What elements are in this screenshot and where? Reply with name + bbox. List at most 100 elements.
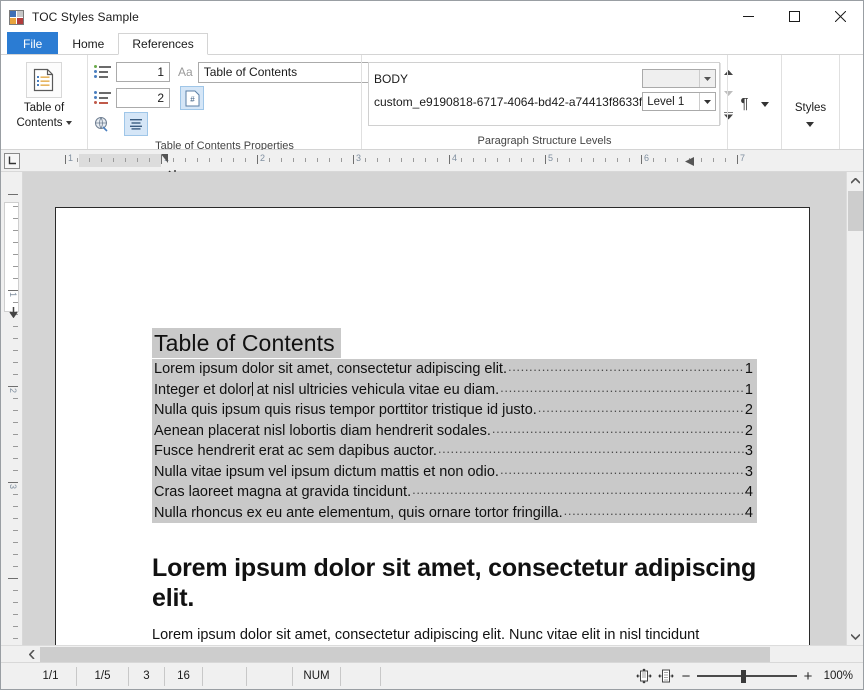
status-empty-3[interactable] [341,666,381,686]
zoom-level-label[interactable]: 100% [817,670,853,682]
toc-entry[interactable]: Nulla rhoncus ex eu ante elementum, quis… [152,502,757,523]
chevron-down-icon[interactable] [795,118,826,130]
chevron-down-icon[interactable] [65,120,72,125]
toc-entry[interactable]: Nulla quis ipsum quis risus tempor portt… [152,400,757,421]
left-indent-marker[interactable] [161,154,168,163]
zoom-out-button[interactable]: − [677,668,695,685]
chevron-down-icon[interactable] [699,70,715,87]
vruler-minor-tick [13,614,18,615]
toc-entry[interactable]: Cras laoreet magna at gravida tincidunt.… [152,482,757,503]
level-value: Level 1 [647,95,685,108]
top-margin-marker[interactable] [9,305,18,323]
vruler-minor-tick [13,626,18,627]
toc-entry-page-number: 2 [744,422,753,439]
status-page-count[interactable]: 1/5 [77,666,129,686]
vruler-minor-tick [13,254,18,255]
ruler-minor-tick [509,158,510,162]
toc-entry[interactable]: Integer et dolor at nisl ultricies vehic… [152,379,757,400]
toc-entry-text: Lorem ipsum dolor sit amet, consectetur … [154,361,507,377]
ruler-minor-tick [725,158,726,162]
horizontal-ruler[interactable]: 11234567 [1,150,863,178]
horizontal-scroll-thumb[interactable] [40,646,770,662]
ruler-minor-tick [89,158,90,162]
page-number-icon[interactable]: # [180,86,204,110]
zoom-slider[interactable] [697,669,797,683]
toc-entry[interactable]: Fusce hendrerit erat ac sem dapibus auct… [152,441,757,462]
level-dropdown[interactable]: Level 1 [642,92,717,111]
align-page-numbers-icon[interactable] [124,112,148,136]
pilcrow-icon[interactable]: ¶ [740,95,748,112]
close-button[interactable] [817,1,863,32]
list-level-from-icon [94,64,112,80]
toc-block[interactable]: Table of Contents Lorem ipsum dolor sit … [152,328,757,523]
vruler-minor-tick [13,506,18,507]
vruler-minor-tick [13,302,18,303]
minimize-button[interactable] [725,1,771,32]
fit-page-icon[interactable] [633,667,655,685]
toc-web-row [94,112,148,136]
tab-stop-selector[interactable] [4,152,20,169]
vruler-major-tick [8,194,18,195]
ruler-minor-tick [521,158,522,162]
fit-width-icon[interactable] [655,667,677,685]
status-column-number[interactable]: 16 [165,666,203,686]
toc-entry[interactable]: Aenean placerat nisl lobortis diam hendr… [152,420,757,441]
ribbon-tabstrip: File Home References [1,32,863,55]
ruler-minor-tick [173,158,174,162]
status-line-number[interactable]: 3 [129,666,165,686]
ruler-minor-tick [461,158,462,162]
tab-file[interactable]: File [7,32,59,54]
ruler-minor-tick [437,158,438,162]
toc-level-to-input[interactable]: 2 [116,88,170,108]
status-empty-1[interactable] [203,666,247,686]
toc-entry[interactable]: Lorem ipsum dolor sit amet, consectetur … [152,359,757,380]
zoom-in-button[interactable]: + [799,668,817,685]
vruler-minor-tick [13,362,18,363]
text-caret [251,381,253,396]
tab-references[interactable]: References [118,33,208,55]
toc-level-from-input[interactable]: 1 [116,62,170,82]
vertical-scroll-thumb[interactable] [848,191,863,231]
chevron-down-icon[interactable] [760,98,769,110]
ruler-minor-tick [413,158,414,162]
toc-title-input[interactable]: Table of Contents [197,61,378,83]
vertical-ruler[interactable]: 1 2 3 [1,172,23,645]
tab-home[interactable]: Home [58,32,118,54]
chevron-down-icon[interactable] [699,93,715,110]
table-of-contents-button[interactable]: Table of Contents [4,58,84,131]
toc-entry-text: Fusce hendrerit erat ac sem dapibus auct… [154,443,437,459]
document-canvas[interactable]: Table of Contents Lorem ipsum dolor sit … [23,172,846,645]
tab-home-label: Home [72,36,105,51]
toc-entry-page-number: 2 [744,402,753,418]
ruler-number: 7 [740,153,746,163]
ribbon-group-toc-properties: 1 Aa Table of Contents 2 # Table of Cont… [87,55,378,152]
right-indent-marker[interactable] [684,154,695,172]
status-page-position[interactable]: 1/1 [25,666,77,686]
status-num-lock[interactable]: NUM [293,666,341,686]
ruler-minor-tick [245,158,246,162]
level-dropdown[interactable] [642,69,717,88]
vruler-minor-tick [13,398,18,399]
vertical-scrollbar[interactable] [846,172,863,645]
ruler-minor-tick [389,158,390,162]
vruler-major-tick [8,290,18,291]
vruler-minor-tick [13,638,18,639]
ruler-minor-tick [401,158,402,162]
zoom-slider-thumb[interactable] [741,670,746,683]
scroll-up-icon[interactable] [847,172,864,189]
toc-level-from-row: 1 Aa Table of Contents [94,60,378,84]
vruler-minor-tick [13,230,18,231]
styles-button[interactable]: Styles [795,102,826,130]
document-paragraph-1: Lorem ipsum dolor sit amet, consectetur … [152,627,700,643]
ruler-minor-tick [77,158,78,162]
scroll-down-icon[interactable] [847,628,864,645]
scroll-left-icon[interactable] [23,646,40,663]
horizontal-scrollbar[interactable] [1,645,863,662]
ruler-minor-tick [185,158,186,162]
ruler-minor-tick [341,158,342,162]
maximize-button[interactable] [771,1,817,32]
document-page[interactable]: Table of Contents Lorem ipsum dolor sit … [55,207,810,645]
toc-entry[interactable]: Nulla vitae ipsum vel ipsum dictum matti… [152,461,757,482]
status-empty-2[interactable] [247,666,293,686]
globe-hyperlink-icon[interactable] [94,115,114,133]
